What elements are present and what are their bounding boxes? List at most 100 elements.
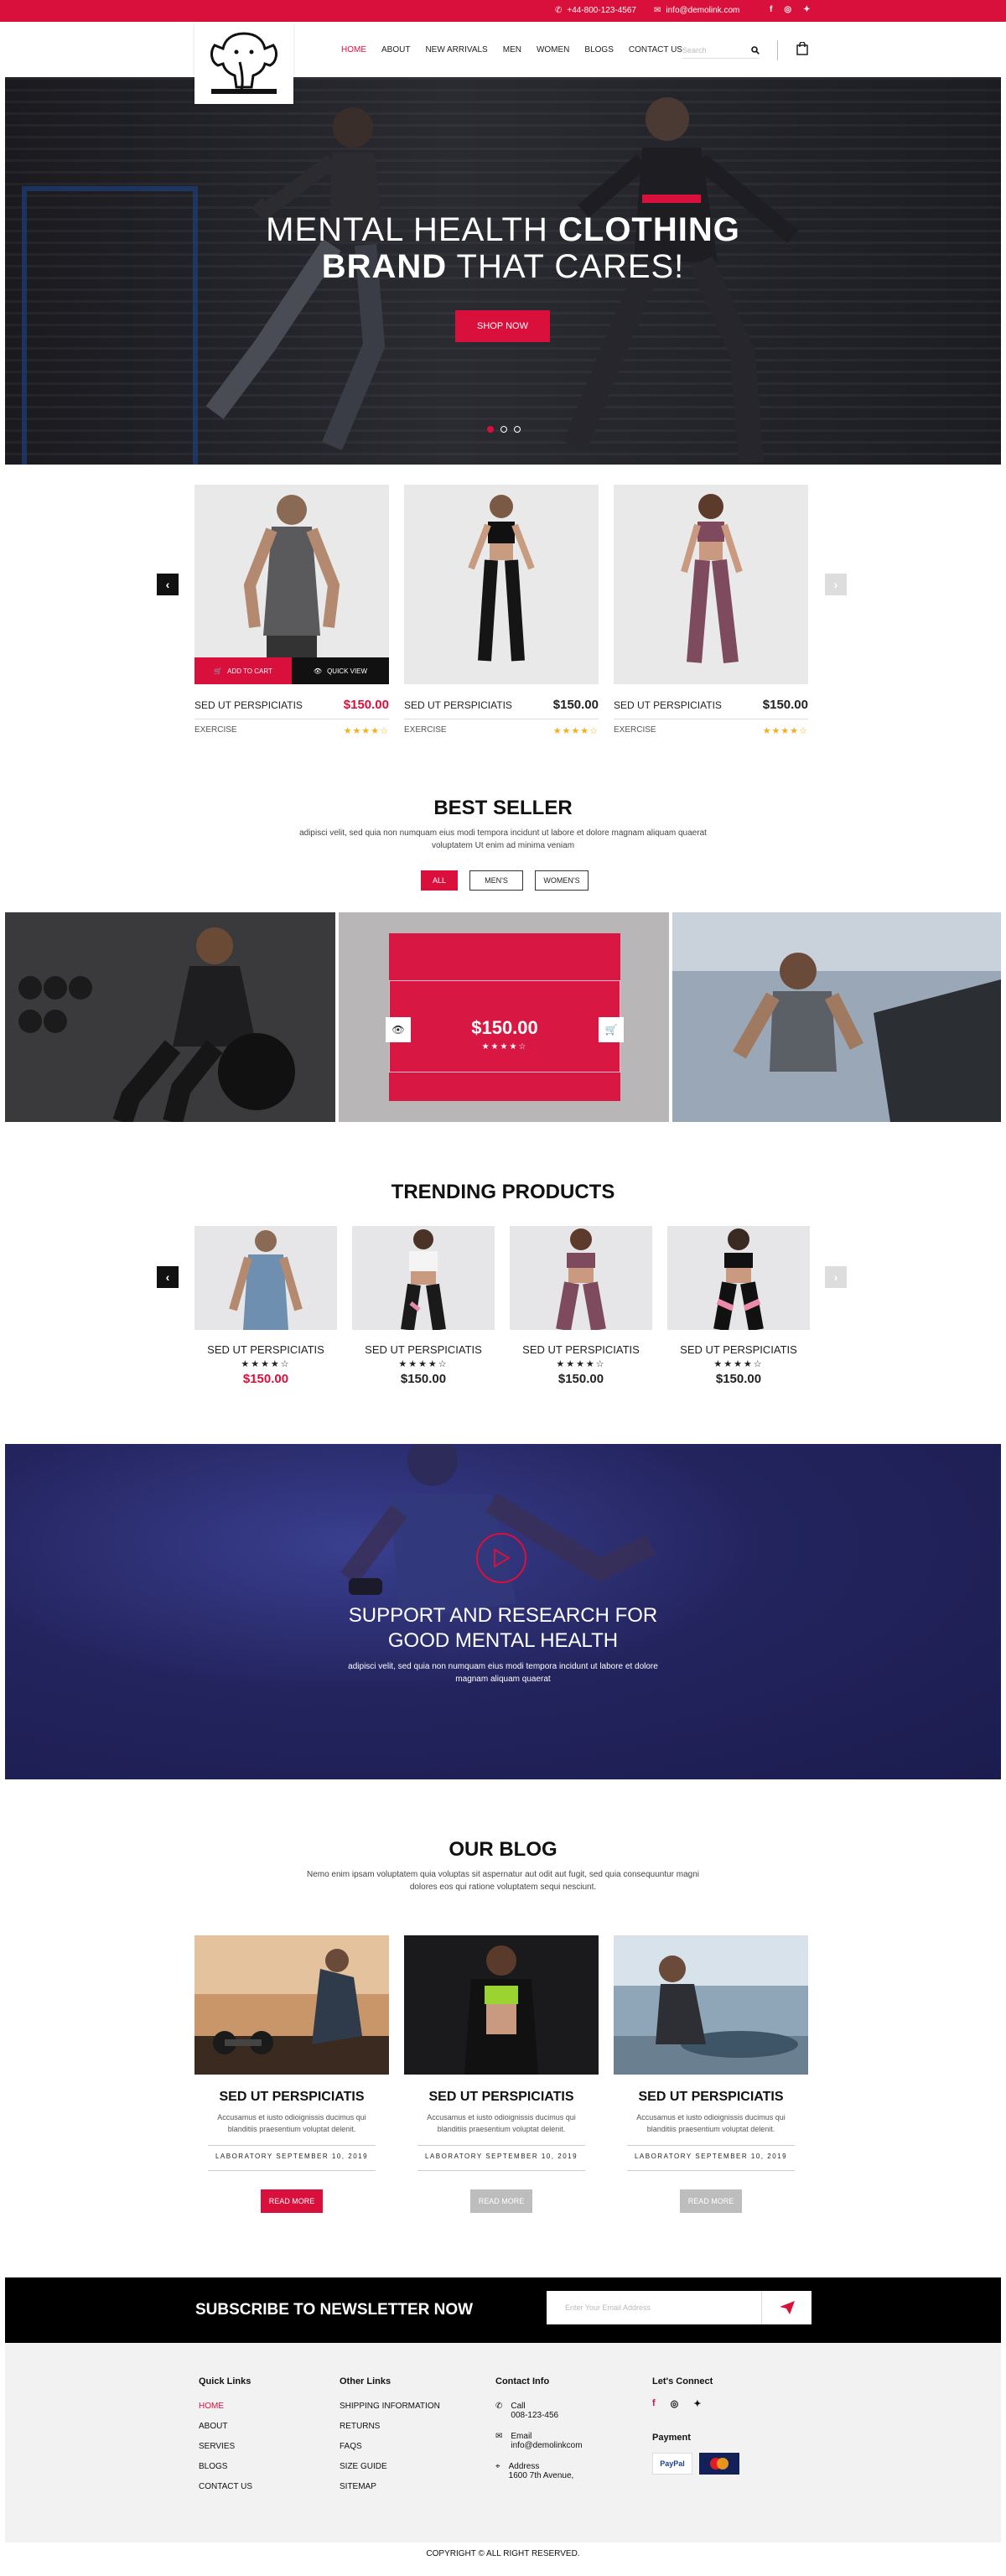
read-more-button[interactable]: READ MORE (680, 2189, 742, 2213)
footer-link-faqs[interactable]: FAQS (340, 2442, 440, 2451)
nav-blogs[interactable]: BLOGS (584, 45, 613, 55)
blog-divider (417, 2170, 585, 2171)
topbar-email[interactable]: ✉ info@demolink.com (654, 6, 739, 15)
blog-image[interactable] (404, 1935, 599, 2075)
product-name[interactable]: SED UT PERSPICIATIS (404, 699, 512, 711)
contact-call[interactable]: ✆ Call 008-123-456 (495, 2402, 583, 2420)
trending-rating: ★★★★☆ (241, 1359, 291, 1369)
best-seller-tile[interactable] (5, 912, 335, 1122)
eye-icon: 👁 (392, 1024, 405, 1036)
product-image[interactable]: 🛒 ADD TO CART 👁 QUICK VIEW (194, 485, 389, 684)
footer-link-blogs[interactable]: BLOGS (199, 2462, 252, 2471)
best-seller-tile-featured[interactable]: $150.00 ★★★★☆ 👁 🛒 (339, 912, 669, 1122)
trending-image[interactable] (352, 1226, 495, 1330)
filter-mens[interactable]: MEN'S (469, 870, 523, 891)
trending-image[interactable] (510, 1226, 652, 1330)
trending-name[interactable]: SED UT PERSPICIATIS (352, 1343, 495, 1356)
blog-image[interactable] (194, 1935, 389, 2075)
twitter-icon[interactable]: ✦ (693, 2398, 701, 2409)
topbar-email-text: info@demolink.com (666, 6, 740, 15)
blog-post-title[interactable]: SED UT PERSPICIATIS (194, 2090, 389, 2105)
blog-divider (627, 2145, 795, 2146)
product-name[interactable]: SED UT PERSPICIATIS (614, 699, 722, 711)
overlay-cart-button[interactable]: 🛒 (599, 1017, 624, 1042)
footer-link-shipping[interactable]: SHIPPING INFORMATION (340, 2402, 440, 2411)
product-card[interactable]: SED UT PERSPICIATIS $150.00 EXERCISE ★★★★☆ (614, 485, 808, 736)
footer-link-contact[interactable]: CONTACT US (199, 2482, 252, 2491)
products-next-arrow[interactable]: › (825, 574, 847, 595)
footer-link-returns[interactable]: RETURNS (340, 2422, 440, 2431)
shop-now-button[interactable]: SHOP NOW (455, 310, 550, 342)
products-prev-arrow[interactable]: ‹ (157, 574, 179, 595)
trending-name[interactable]: SED UT PERSPICIATIS (667, 1343, 810, 1356)
contact-email[interactable]: ✉ Email info@demolinkcom (495, 2432, 583, 2450)
overlay-view-button[interactable]: 👁 (386, 1017, 411, 1042)
add-to-cart-button[interactable]: 🛒 ADD TO CART (194, 657, 292, 684)
hero-dot-1[interactable] (487, 426, 494, 433)
trending-prev-arrow[interactable]: ‹ (157, 1266, 179, 1288)
trending-image[interactable] (667, 1226, 810, 1330)
filter-all[interactable]: ALL (421, 870, 458, 891)
mail-icon: ✉ (654, 6, 661, 15)
paypal-icon: PayPal (652, 2453, 692, 2475)
search-icon[interactable] (751, 45, 760, 55)
trending-card[interactable]: SED UT PERSPICIATIS ★★★★☆ $150.00 (510, 1226, 652, 1386)
product-image[interactable] (404, 485, 599, 684)
hero-dot-2[interactable] (500, 426, 507, 433)
payment-methods: PayPal (652, 2453, 739, 2475)
nav-women[interactable]: WOMEN (537, 45, 569, 55)
product-card[interactable]: 🛒 ADD TO CART 👁 QUICK VIEW SED UT PERSPICI… (194, 485, 389, 736)
hero-dot-3[interactable] (514, 426, 521, 433)
blog-divider (208, 2170, 376, 2171)
filter-womens[interactable]: WOMEN'S (535, 870, 589, 891)
trending-rating: ★★★★☆ (398, 1359, 449, 1369)
topbar-phone[interactable]: ✆ +44-800-123-4567 (555, 6, 636, 15)
copyright: COPYRIGHT © ALL RIGHT RESERVED. (426, 2549, 580, 2558)
read-more-button[interactable]: READ MORE (470, 2189, 532, 2213)
blog-image[interactable] (614, 1935, 808, 2075)
cart-button[interactable] (796, 41, 808, 60)
footer-link-about[interactable]: ABOUT (199, 2422, 252, 2431)
blog-divider (417, 2145, 585, 2146)
footer-connect: Let's Connect f ◎ ✦ Payment PayPal (652, 2376, 739, 2475)
nav-contact-us[interactable]: CONTACT US (629, 45, 682, 55)
instagram-icon[interactable]: ◎ (671, 2398, 679, 2409)
hero-pagination (487, 426, 521, 433)
nav-men[interactable]: MEN (503, 45, 521, 55)
best-seller-tile[interactable] (672, 912, 1001, 1122)
read-more-button[interactable]: READ MORE (261, 2189, 323, 2213)
video-play-button[interactable] (476, 1533, 526, 1583)
trending-card[interactable]: SED UT PERSPICIATIS ★★★★☆ $150.00 (194, 1226, 337, 1386)
newsletter-submit-button[interactable] (761, 2291, 812, 2324)
trending-card[interactable]: SED UT PERSPICIATIS ★★★★☆ $150.00 (352, 1226, 495, 1386)
trending-name[interactable]: SED UT PERSPICIATIS (194, 1343, 337, 1356)
facebook-icon[interactable]: f (652, 2398, 656, 2409)
nav-home[interactable]: HOME (341, 45, 366, 55)
trending-image[interactable] (194, 1226, 337, 1330)
trending-name[interactable]: SED UT PERSPICIATIS (510, 1343, 652, 1356)
footer-link-home[interactable]: HOME (199, 2402, 252, 2411)
newsletter-email-input[interactable]: Enter Your Email Address (547, 2303, 761, 2312)
trending-card[interactable]: SED UT PERSPICIATIS ★★★★☆ $150.00 (667, 1226, 810, 1386)
product-card[interactable]: SED UT PERSPICIATIS $150.00 EXERCISE ★★★★☆ (404, 485, 599, 736)
twitter-icon[interactable]: ✦ (803, 5, 810, 14)
footer-link-size-guide[interactable]: SIZE GUIDE (340, 2462, 440, 2471)
chevron-left-icon: ‹ (165, 1270, 170, 1284)
search-input[interactable]: Search (682, 46, 707, 55)
nav-new-arrivals[interactable]: NEW ARRIVALS (425, 45, 487, 55)
quick-view-button[interactable]: 👁 QUICK VIEW (292, 657, 389, 684)
trending-title: TRENDING PRODUCTS (391, 1181, 615, 1203)
nav-about[interactable]: ABOUT (381, 45, 410, 55)
footer-link-services[interactable]: SERVIES (199, 2442, 252, 2451)
trending-price: $150.00 (242, 1372, 289, 1386)
search-box[interactable]: Search (682, 42, 760, 59)
brand-logo[interactable] (194, 22, 293, 104)
instagram-icon[interactable]: ◎ (784, 5, 791, 14)
product-image[interactable] (614, 485, 808, 684)
blog-post-title[interactable]: SED UT PERSPICIATIS (614, 2090, 808, 2105)
trending-next-arrow[interactable]: › (825, 1266, 847, 1288)
facebook-icon[interactable]: f (770, 5, 772, 14)
product-name[interactable]: SED UT PERSPICIATIS (194, 699, 303, 711)
footer-link-sitemap[interactable]: SITEMAP (340, 2482, 440, 2491)
blog-post-title[interactable]: SED UT PERSPICIATIS (404, 2090, 599, 2105)
